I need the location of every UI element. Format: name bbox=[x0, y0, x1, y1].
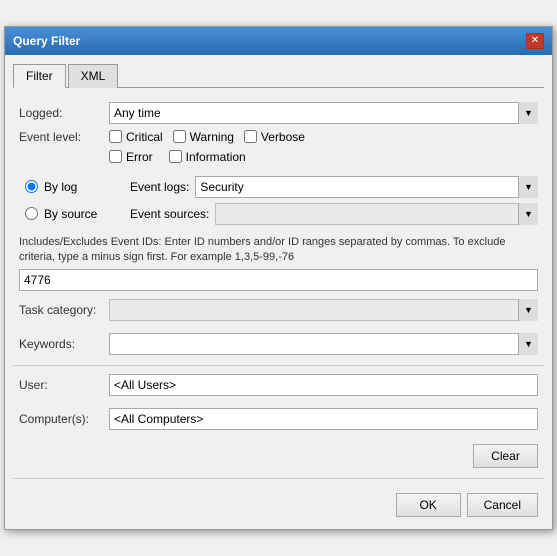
error-checkbox-item: Error bbox=[109, 150, 153, 164]
close-button[interactable]: ✕ bbox=[526, 33, 544, 49]
keywords-row: Keywords: ▼ bbox=[13, 329, 544, 359]
by-log-radio[interactable] bbox=[25, 180, 38, 193]
logged-select[interactable]: Any time Last hour Last 12 hours Last 24… bbox=[109, 102, 538, 124]
critical-checkbox-item: Critical bbox=[109, 130, 163, 144]
user-row: User: bbox=[13, 372, 544, 398]
verbose-checkbox[interactable] bbox=[244, 130, 257, 143]
event-sources-combo: ▼ bbox=[215, 203, 538, 225]
dialog-title: Query Filter bbox=[13, 34, 80, 48]
computers-row: Computer(s): bbox=[13, 404, 544, 434]
event-logs-combo: Security ▼ bbox=[195, 176, 538, 198]
dialog-buttons: OK Cancel bbox=[13, 485, 544, 521]
by-source-row: By source Event sources: ▼ bbox=[19, 203, 538, 225]
event-sources-label: Event sources: bbox=[130, 207, 209, 221]
by-source-content: Event sources: ▼ bbox=[130, 203, 538, 225]
information-checkbox[interactable] bbox=[169, 150, 182, 163]
event-id-wrapper bbox=[13, 269, 544, 291]
by-source-label: By source bbox=[44, 207, 124, 221]
task-category-label: Task category: bbox=[19, 303, 109, 317]
bottom-divider bbox=[13, 478, 544, 479]
info-text: Includes/Excludes Event IDs: Enter ID nu… bbox=[13, 229, 544, 270]
form-section: Logged: Any time Last hour Last 12 hours… bbox=[13, 98, 544, 172]
computers-input[interactable] bbox=[109, 408, 538, 430]
event-level-label: Event level: bbox=[19, 130, 109, 144]
logged-row: Logged: Any time Last hour Last 12 hours… bbox=[19, 102, 538, 124]
user-input[interactable] bbox=[109, 374, 538, 396]
by-log-label: By log bbox=[44, 180, 124, 194]
event-logs-select[interactable]: Security bbox=[195, 176, 538, 198]
error-label: Error bbox=[126, 150, 153, 164]
tab-xml[interactable]: XML bbox=[68, 64, 119, 88]
divider bbox=[13, 365, 544, 366]
event-level-row2: Error Information bbox=[19, 150, 538, 164]
logged-combo-wrapper: Any time Last hour Last 12 hours Last 24… bbox=[109, 102, 538, 124]
tab-filter[interactable]: Filter bbox=[13, 64, 66, 88]
dialog-window: Query Filter ✕ Filter XML Logged: Any ti… bbox=[4, 26, 553, 531]
ok-button[interactable]: OK bbox=[396, 493, 461, 517]
by-log-content: Event logs: Security ▼ bbox=[130, 176, 538, 198]
warning-checkbox[interactable] bbox=[173, 130, 186, 143]
warning-label: Warning bbox=[190, 130, 234, 144]
keywords-combo: ▼ bbox=[109, 333, 538, 355]
tabs-container: Filter XML bbox=[13, 63, 544, 88]
cancel-button[interactable]: Cancel bbox=[467, 493, 538, 517]
logged-label: Logged: bbox=[19, 106, 109, 120]
warning-checkbox-item: Warning bbox=[173, 130, 234, 144]
computers-label: Computer(s): bbox=[19, 412, 109, 426]
title-bar: Query Filter ✕ bbox=[5, 27, 552, 55]
task-category-combo: ▼ bbox=[109, 299, 538, 321]
information-label: Information bbox=[186, 150, 246, 164]
critical-checkbox[interactable] bbox=[109, 130, 122, 143]
clear-button[interactable]: Clear bbox=[473, 444, 538, 468]
keywords-select[interactable] bbox=[109, 333, 538, 355]
keywords-label: Keywords: bbox=[19, 337, 109, 351]
critical-label: Critical bbox=[126, 130, 163, 144]
radio-section: By log Event logs: Security ▼ By source … bbox=[13, 172, 544, 229]
task-category-row: Task category: ▼ bbox=[13, 297, 544, 323]
verbose-checkbox-item: Verbose bbox=[244, 130, 305, 144]
title-bar-buttons: ✕ bbox=[526, 33, 544, 49]
clear-button-wrapper: Clear bbox=[13, 440, 544, 472]
information-checkbox-item: Information bbox=[169, 150, 246, 164]
task-category-select[interactable] bbox=[109, 299, 538, 321]
user-label: User: bbox=[19, 378, 109, 392]
event-logs-label: Event logs: bbox=[130, 180, 189, 194]
by-log-row: By log Event logs: Security ▼ bbox=[19, 176, 538, 198]
by-source-radio[interactable] bbox=[25, 207, 38, 220]
verbose-label: Verbose bbox=[261, 130, 305, 144]
event-sources-select[interactable] bbox=[215, 203, 538, 225]
event-id-input[interactable] bbox=[19, 269, 538, 291]
error-checkbox[interactable] bbox=[109, 150, 122, 163]
dialog-body: Filter XML Logged: Any time Last hour La… bbox=[5, 55, 552, 530]
event-level-row: Event level: Critical Warning Verbose bbox=[19, 130, 538, 144]
